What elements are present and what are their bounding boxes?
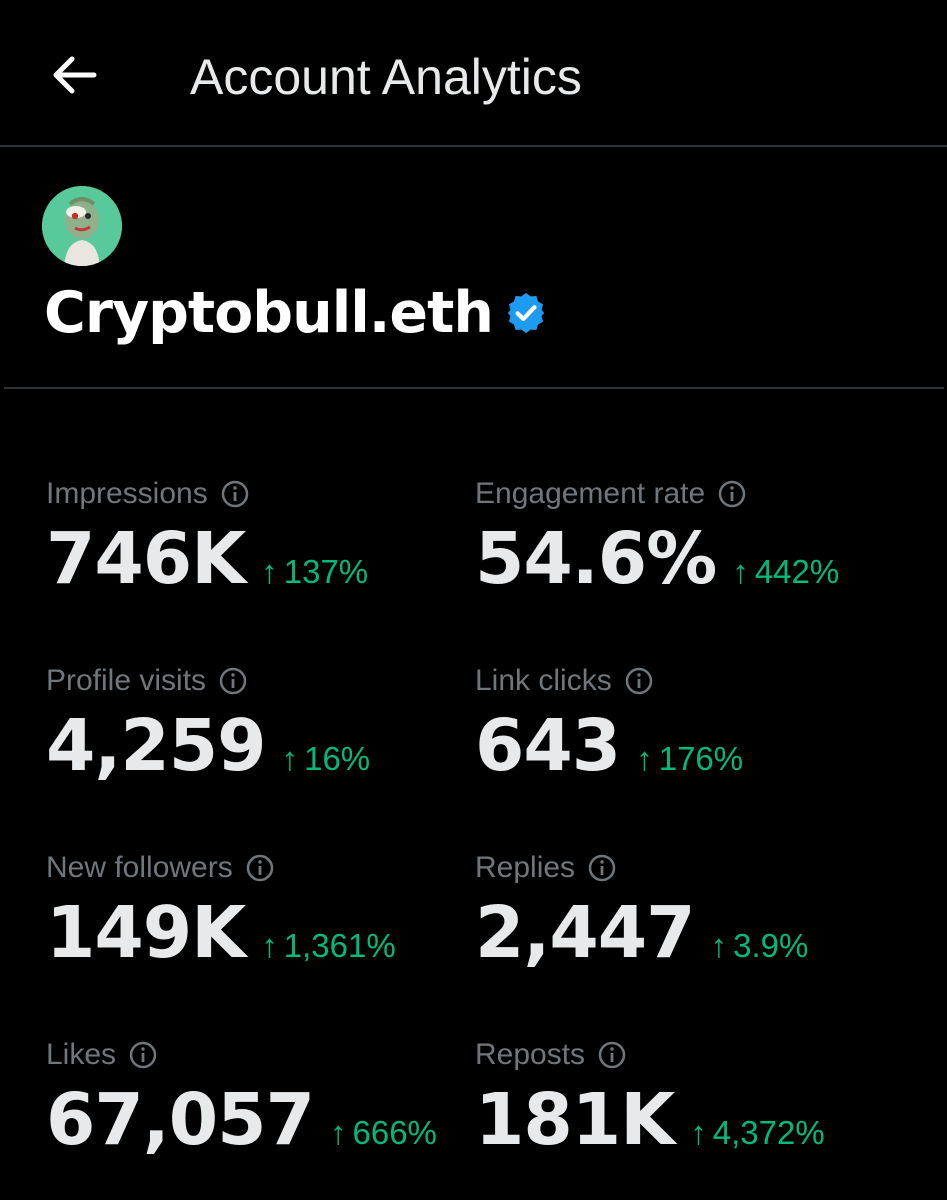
arrow-up-icon: ↑ (690, 1114, 707, 1151)
metric-value: 54.6% (475, 517, 717, 600)
metric-change: ↑ 3.9% (711, 927, 809, 965)
metric-link-clicks[interactable]: Link clicks 643 ↑ 176% (475, 661, 915, 787)
metric-label-row: Link clicks (475, 661, 915, 701)
metric-label: Link clicks (475, 664, 612, 697)
metric-change-value: 1,361% (283, 927, 396, 964)
arrow-up-icon: ↑ (329, 1114, 347, 1151)
metric-label-row: Replies (475, 848, 915, 888)
metric-value-row: 149K ↑ 1,361% (46, 892, 486, 974)
metric-change: ↑ 1,361% (261, 927, 395, 965)
metric-label: Replies (475, 851, 576, 884)
metric-change: ↑ 666% (330, 1114, 437, 1152)
arrow-up-icon: ↑ (732, 553, 749, 590)
arrow-up-icon: ↑ (281, 740, 299, 777)
metric-label: Engagement rate (475, 477, 706, 510)
arrow-up-icon: ↑ (261, 927, 278, 964)
info-icon[interactable] (218, 666, 248, 696)
metric-label: Impressions (46, 477, 208, 510)
profile-name-row: Cryptobull.eth (44, 273, 549, 353)
metric-change-value: 16% (304, 740, 371, 777)
page-title: Account Analytics (190, 49, 582, 105)
metric-replies[interactable]: Replies 2,447 ↑ 3.9% (475, 848, 915, 974)
metric-label: Profile visits (46, 664, 207, 697)
metric-change: ↑ 442% (732, 553, 839, 591)
avatar-image (42, 186, 122, 266)
metric-value: 67,057 (46, 1078, 315, 1161)
arrow-up-icon: ↑ (261, 553, 278, 590)
metric-value-row: 181K ↑ 4,372% (475, 1079, 915, 1161)
metric-value-row: 67,057 ↑ 666% (46, 1079, 486, 1161)
metric-value: 2,447 (475, 891, 696, 974)
verified-badge-icon (507, 292, 545, 334)
profile-name[interactable]: Cryptobull.eth (44, 280, 494, 346)
metric-value: 643 (475, 704, 621, 787)
metric-change: ↑ 4,372% (690, 1114, 824, 1152)
metric-new-followers[interactable]: New followers 149K ↑ 1,361% (46, 848, 486, 974)
metric-value: 746K (46, 517, 246, 600)
metric-value-row: 643 ↑ 176% (475, 705, 915, 787)
metric-label: Likes (46, 1038, 117, 1071)
info-icon[interactable] (587, 853, 617, 883)
metric-value: 181K (475, 1078, 675, 1161)
metric-change-value: 137% (283, 553, 369, 590)
metric-label-row: Profile visits (46, 661, 486, 701)
metric-change-value: 4,372% (712, 1114, 825, 1151)
app-header: Account Analytics (0, 0, 947, 146)
metric-reposts[interactable]: Reposts 181K ↑ 4,372% (475, 1035, 915, 1161)
metric-value-row: 2,447 ↑ 3.9% (475, 892, 915, 974)
metric-label-row: Engagement rate (475, 474, 915, 514)
arrow-left-icon (53, 56, 97, 94)
metric-engagement-rate[interactable]: Engagement rate 54.6% ↑ 442% (475, 474, 915, 600)
metric-label-row: Impressions (46, 474, 486, 514)
metric-value: 4,259 (46, 704, 267, 787)
metric-label-row: New followers (46, 848, 486, 888)
info-icon[interactable] (624, 666, 654, 696)
info-icon[interactable] (245, 853, 275, 883)
metric-value-row: 4,259 ↑ 16% (46, 705, 486, 787)
metric-impressions[interactable]: Impressions 746K ↑ 137% (46, 474, 486, 600)
metric-value-row: 746K ↑ 137% (46, 518, 486, 600)
metric-likes[interactable]: Likes 67,057 ↑ 666% (46, 1035, 486, 1161)
metric-label: Reposts (475, 1038, 586, 1071)
metric-change: ↑ 176% (636, 740, 743, 778)
info-icon[interactable] (597, 1040, 627, 1070)
metric-label: New followers (46, 851, 233, 884)
metric-label-row: Likes (46, 1035, 486, 1075)
metric-label-row: Reposts (475, 1035, 915, 1075)
metric-value-row: 54.6% ↑ 442% (475, 518, 915, 600)
info-icon[interactable] (220, 479, 250, 509)
back-button[interactable] (40, 44, 108, 106)
metric-change: ↑ 137% (261, 553, 368, 591)
info-icon[interactable] (128, 1040, 158, 1070)
avatar[interactable] (42, 186, 122, 266)
metric-change: ↑ 16% (282, 740, 371, 778)
metric-change-value: 666% (352, 1114, 437, 1151)
metric-value: 149K (46, 891, 246, 974)
info-icon[interactable] (717, 479, 747, 509)
arrow-up-icon: ↑ (636, 740, 653, 777)
metric-change-value: 442% (754, 553, 840, 590)
profile-section: Cryptobull.eth (0, 147, 947, 387)
metric-change-value: 176% (658, 740, 744, 777)
metric-profile-visits[interactable]: Profile visits 4,259 ↑ 16% (46, 661, 486, 787)
profile-divider (4, 387, 944, 389)
arrow-up-icon: ↑ (710, 927, 728, 964)
metric-change-value: 3.9% (733, 927, 809, 964)
